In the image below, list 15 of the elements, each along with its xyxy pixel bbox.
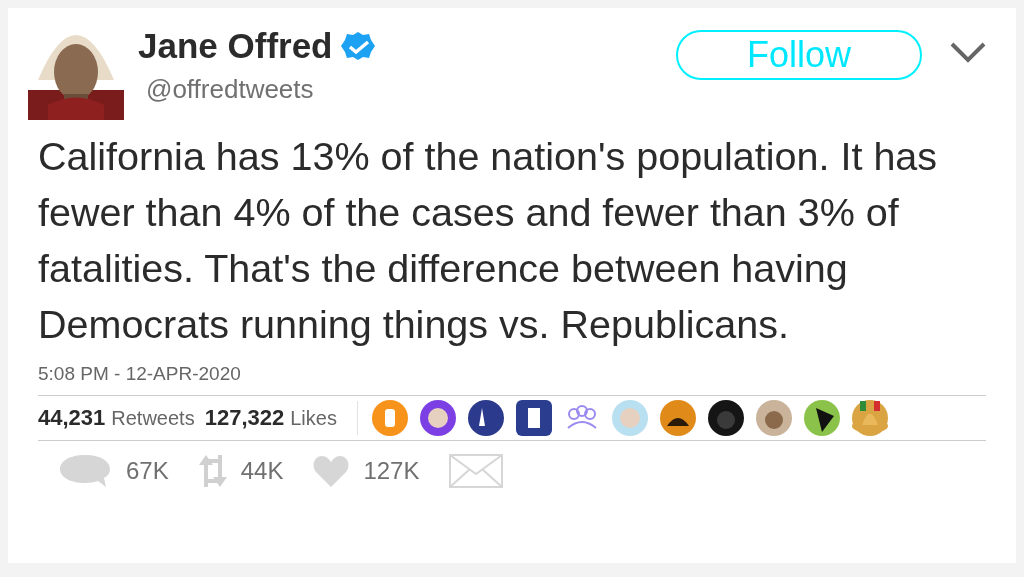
timestamp: 5:08 PM - 12-APR-2020 [38,362,242,386]
stat-label[interactable]: Retweets [111,403,195,433]
envelope-icon[interactable] [449,453,504,488]
action-count: 44K [240,455,284,486]
author-handle: @offredtweets [146,72,315,106]
stat-count: 127,322 [204,404,285,432]
chevron-down-icon[interactable] [950,42,986,64]
tweet-text: California has 13% of the nation's population. It has fewer than 4% of the cases and fewer than 3% of fatalities. That's the difference between having Democrats running things vs. Republicans. [38,133,939,348]
stat-count: 44,231 [38,404,106,432]
heart-icon[interactable] [313,453,350,488]
speech-bubble-icon[interactable] [58,452,112,489]
action-count: 127K [363,455,420,486]
action-count: 67K [126,455,169,486]
stat-label[interactable]: Likes [290,403,337,433]
author-name: Jane Offred [138,25,333,67]
